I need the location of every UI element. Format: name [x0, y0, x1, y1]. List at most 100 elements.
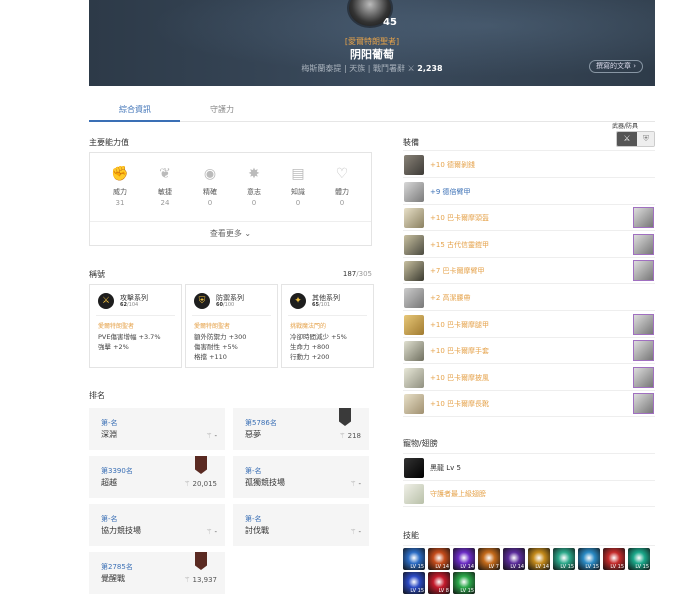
- equipment-item-icon: [404, 314, 424, 335]
- skill-icon[interactable]: LV 7: [478, 548, 500, 570]
- equipment-row[interactable]: +10 德爾剝錢: [403, 152, 655, 178]
- title-card-defense: ⛨ 防禦系列 60/100 愛爾特朗聖者 額外防禦力 +300 傷害耐性 +5%…: [185, 284, 278, 368]
- skill-level: LV 15: [635, 564, 649, 570]
- rank-badge-icon: [195, 456, 207, 474]
- skill-icon[interactable]: LV 15: [553, 548, 575, 570]
- ranking-score: ⚚ -: [205, 528, 217, 536]
- title-card-line: 行動力 +200: [290, 353, 330, 361]
- trophy-icon: ⚚: [183, 576, 191, 584]
- title-card-line: 冷卻時間減少 +5%: [290, 333, 347, 341]
- score-icon: ⚔: [407, 64, 415, 73]
- ranking-card[interactable]: 第2785名 覺醒戰 ⚚ 13,937: [89, 552, 225, 594]
- equipment-row[interactable]: +10 巴卡爾摩長靴: [403, 391, 655, 418]
- ranking-name: 惡夢: [245, 430, 261, 439]
- dragon-icon: [404, 458, 424, 478]
- pet-row[interactable]: 黑龍 Lv 5: [403, 455, 655, 481]
- pets-heading: 寵物/翅膀: [403, 439, 438, 448]
- equipment-row[interactable]: +10 巴卡爾摩腿甲: [403, 312, 655, 338]
- show-more-button[interactable]: 查看更多 ⌄: [90, 221, 371, 245]
- appearance-item-icon[interactable]: [633, 313, 654, 335]
- ranking-score: ⚚ -: [205, 432, 217, 440]
- appearance-item-icon[interactable]: [633, 207, 654, 229]
- score-value: 2,238: [417, 64, 443, 73]
- equipment-row[interactable]: +10 巴卡爾摩手套: [403, 338, 655, 365]
- shield-icon: ⛨: [194, 293, 210, 309]
- title-card-line: 生命力 +800: [290, 343, 330, 351]
- stats-panel: ✊ 威力 31 ❦ 敏捷 24 ◉ 精確 0 ✸ 意志 0 ▤ 知識 0 ♡ 體…: [89, 152, 372, 246]
- ranking-rank: 第-名: [101, 419, 118, 427]
- equipment-heading: 裝備: [403, 138, 419, 147]
- stat-label: 敏捷: [158, 188, 172, 196]
- appearance-item-icon[interactable]: [633, 260, 654, 282]
- trophy-icon: ⚚: [205, 528, 213, 536]
- rank-badge-icon: [339, 408, 351, 426]
- skill-icon[interactable]: LV 15: [603, 548, 625, 570]
- equipment-name: +10 巴卡爾摩披風: [430, 373, 489, 382]
- skill-icon[interactable]: LV 15: [403, 548, 425, 570]
- character-subinfo: 梅斯蘭泰提 | 天族 | 戰鬥署辭 ⚔ 2,238: [301, 64, 443, 73]
- equipment-item-icon: [404, 234, 424, 255]
- skill-icon[interactable]: LV 15: [628, 548, 650, 570]
- equipment-item-icon: [404, 155, 424, 175]
- equipment-row[interactable]: +7 巴卡爾摩臂甲: [403, 258, 655, 285]
- equipment-name: +2 高潔腰帶: [430, 294, 471, 302]
- appearance-item-icon[interactable]: [633, 340, 654, 362]
- ranking-card[interactable]: 第-名 孤獨競技場 ⚚ -: [233, 456, 369, 498]
- ranking-name: 覺醒戰: [101, 574, 125, 583]
- title-card-line: PVE傷害增幅 +3.7%: [98, 333, 161, 341]
- skill-icon[interactable]: LV 14: [503, 548, 525, 570]
- equipment-name: +10 巴卡爾摩頭盔: [430, 214, 489, 223]
- sparkle-icon: ✦: [290, 293, 306, 309]
- equipment-row[interactable]: +15 古代信靈鎧甲: [403, 232, 655, 258]
- character-level: 45: [383, 17, 397, 28]
- posts-button[interactable]: 撰寫的文章 ›: [589, 60, 643, 73]
- stat-value: 0: [207, 199, 213, 207]
- appearance-item-icon[interactable]: [633, 366, 654, 388]
- ranking-rank: 第-名: [245, 515, 262, 523]
- fist-icon: ✊: [111, 166, 129, 182]
- titles-count: 187/305: [342, 270, 372, 278]
- equipment-toggle[interactable]: ⚔ ⛨: [616, 131, 655, 147]
- trophy-icon: ⚚: [339, 432, 346, 440]
- skill-icon[interactable]: LV 15: [453, 572, 475, 594]
- equipment-name: +10 巴卡爾摩手套: [430, 347, 489, 356]
- skill-icon[interactable]: LV 15: [403, 572, 425, 594]
- equipment-row[interactable]: +9 德倍臂甲: [403, 179, 655, 205]
- appearance-item-icon[interactable]: [633, 233, 654, 255]
- ranking-card[interactable]: 第-名 討伐戰 ⚚ -: [233, 504, 369, 546]
- wing-row[interactable]: 守護者最上級翅膀: [403, 481, 655, 507]
- tab-overview[interactable]: 綜合資訊: [119, 104, 151, 115]
- skill-level: LV 15: [410, 588, 424, 594]
- skill-icon[interactable]: LV 14: [428, 548, 450, 570]
- ranking-card[interactable]: 第3390名 超越 ⚚ 20,015: [89, 456, 225, 498]
- title-card-line: 格擋 +110: [194, 353, 227, 361]
- character-name: 阴阳葡萄: [350, 48, 394, 61]
- ranking-card[interactable]: 第-名 深淵 ⚚ -: [89, 408, 225, 450]
- skill-icon[interactable]: LV 15: [578, 548, 600, 570]
- ranking-card[interactable]: 第-名 協力競技場 ⚚ -: [89, 504, 225, 546]
- stat-item: ◉ 精確 0: [188, 165, 232, 207]
- skill-icon[interactable]: LV 14: [453, 548, 475, 570]
- ranking-name: 超越: [101, 478, 117, 487]
- equipment-toggle-label: 武器/防具: [612, 123, 639, 130]
- skill-icon[interactable]: LV 8: [428, 572, 450, 594]
- sword-icon[interactable]: ⚔: [617, 132, 637, 146]
- equipment-item-icon: [404, 261, 424, 282]
- appearance-item-icon[interactable]: [633, 393, 654, 415]
- equipment-row[interactable]: +10 巴卡爾摩披風: [403, 365, 655, 391]
- tab-guardian[interactable]: 守護力: [210, 104, 234, 115]
- equipment-row[interactable]: +10 巴卡爾摩頭盔: [403, 205, 655, 232]
- race-name: 天族: [349, 64, 366, 73]
- shield-icon[interactable]: ⛨: [637, 132, 654, 146]
- stat-value: 0: [295, 199, 301, 207]
- score-label: 戰鬥署辭: [372, 64, 405, 73]
- ranking-card[interactable]: 第5786名 惡夢 ⚚ 218: [233, 408, 369, 450]
- stat-item: ♡ 體力 0: [320, 165, 364, 207]
- server-name: 梅斯蘭泰提: [301, 64, 342, 73]
- equipment-row[interactable]: +2 高潔腰帶: [403, 285, 655, 311]
- ranking-score: ⚚ 218: [339, 432, 361, 440]
- skill-icon[interactable]: LV 14: [528, 548, 550, 570]
- skill-level: LV 14: [435, 564, 449, 570]
- title-card-line: 額外防禦力 +300: [194, 333, 247, 341]
- equipment-name: +9 德倍臂甲: [430, 187, 471, 196]
